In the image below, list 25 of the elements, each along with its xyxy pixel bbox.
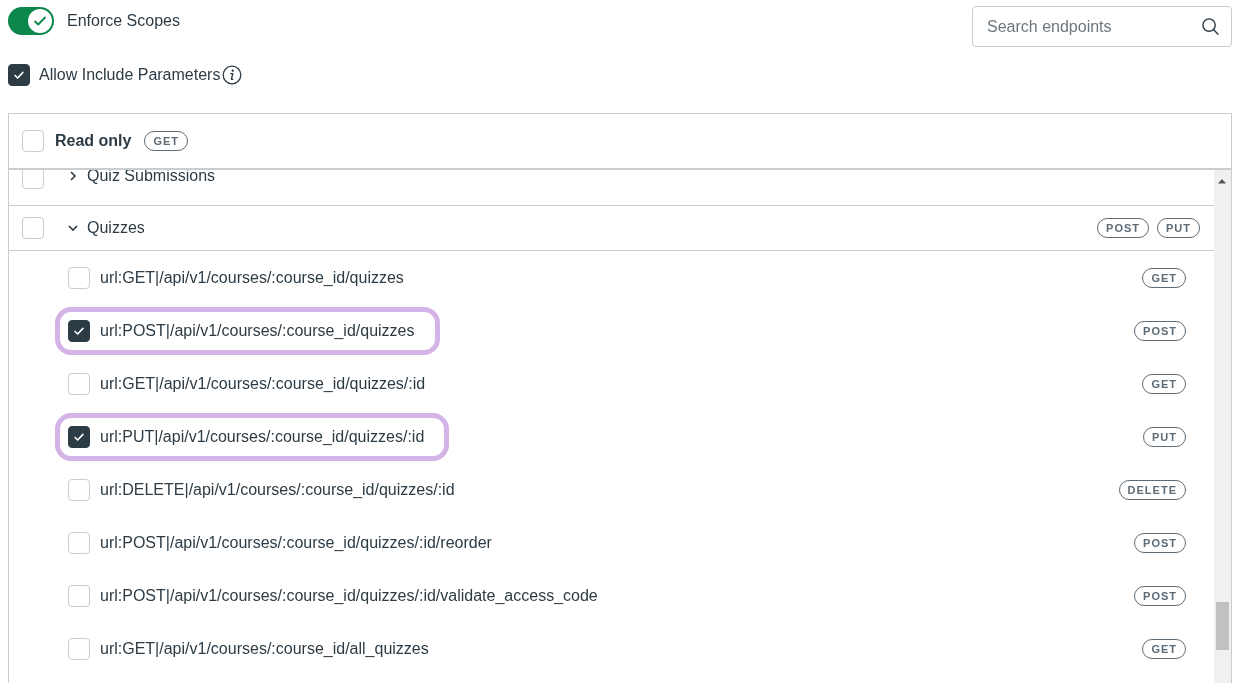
read-only-label: Read only [55,132,132,150]
endpoint-label: url:PUT|/api/v1/courses/:course_id/quizzes/:id [100,427,425,446]
group-toggle[interactable]: Quizzes [67,219,145,237]
checkbox-label: Allow Include Parameters [39,66,221,84]
toggle-switch[interactable] [8,7,54,35]
endpoint-label: url:POST|/api/v1/courses/:course_id/quizzes/:id/reorder [100,533,492,552]
scrollbar-thumb[interactable] [1216,602,1229,650]
group-toggle[interactable]: Quiz Submissions [67,170,216,185]
endpoint-label: url:GET|/api/v1/courses/:course_id/quizzes/:id [100,374,426,393]
info-icon[interactable] [222,65,243,85]
chevron-icon [67,170,79,182]
endpoint-label: url:DELETE|/api/v1/courses/:course_id/quizzes/:id [100,480,455,499]
scrollbar[interactable] [1214,170,1231,683]
search-field[interactable]: Search endpoints [972,6,1232,47]
search-icon [1201,17,1220,36]
endpoint-label: url:GET|/api/v1/courses/:course_id/quizzes [100,268,404,287]
checkbox[interactable] [68,425,90,448]
checkbox[interactable] [68,319,90,342]
endpoint-label: url:POST|/api/v1/courses/:course_id/quizzes/:id/validate_access_code [100,586,598,605]
checkbox[interactable] [8,64,30,86]
endpoint-label: url:GET|/api/v1/courses/:course_id/all_quizzes [100,639,429,658]
toggle-label: Enforce Scopes [67,12,180,30]
scroll-up-icon[interactable] [1218,178,1226,184]
chevron-icon [67,222,79,234]
endpoint-label: url:POST|/api/v1/courses/:course_id/quizzes [100,321,415,340]
